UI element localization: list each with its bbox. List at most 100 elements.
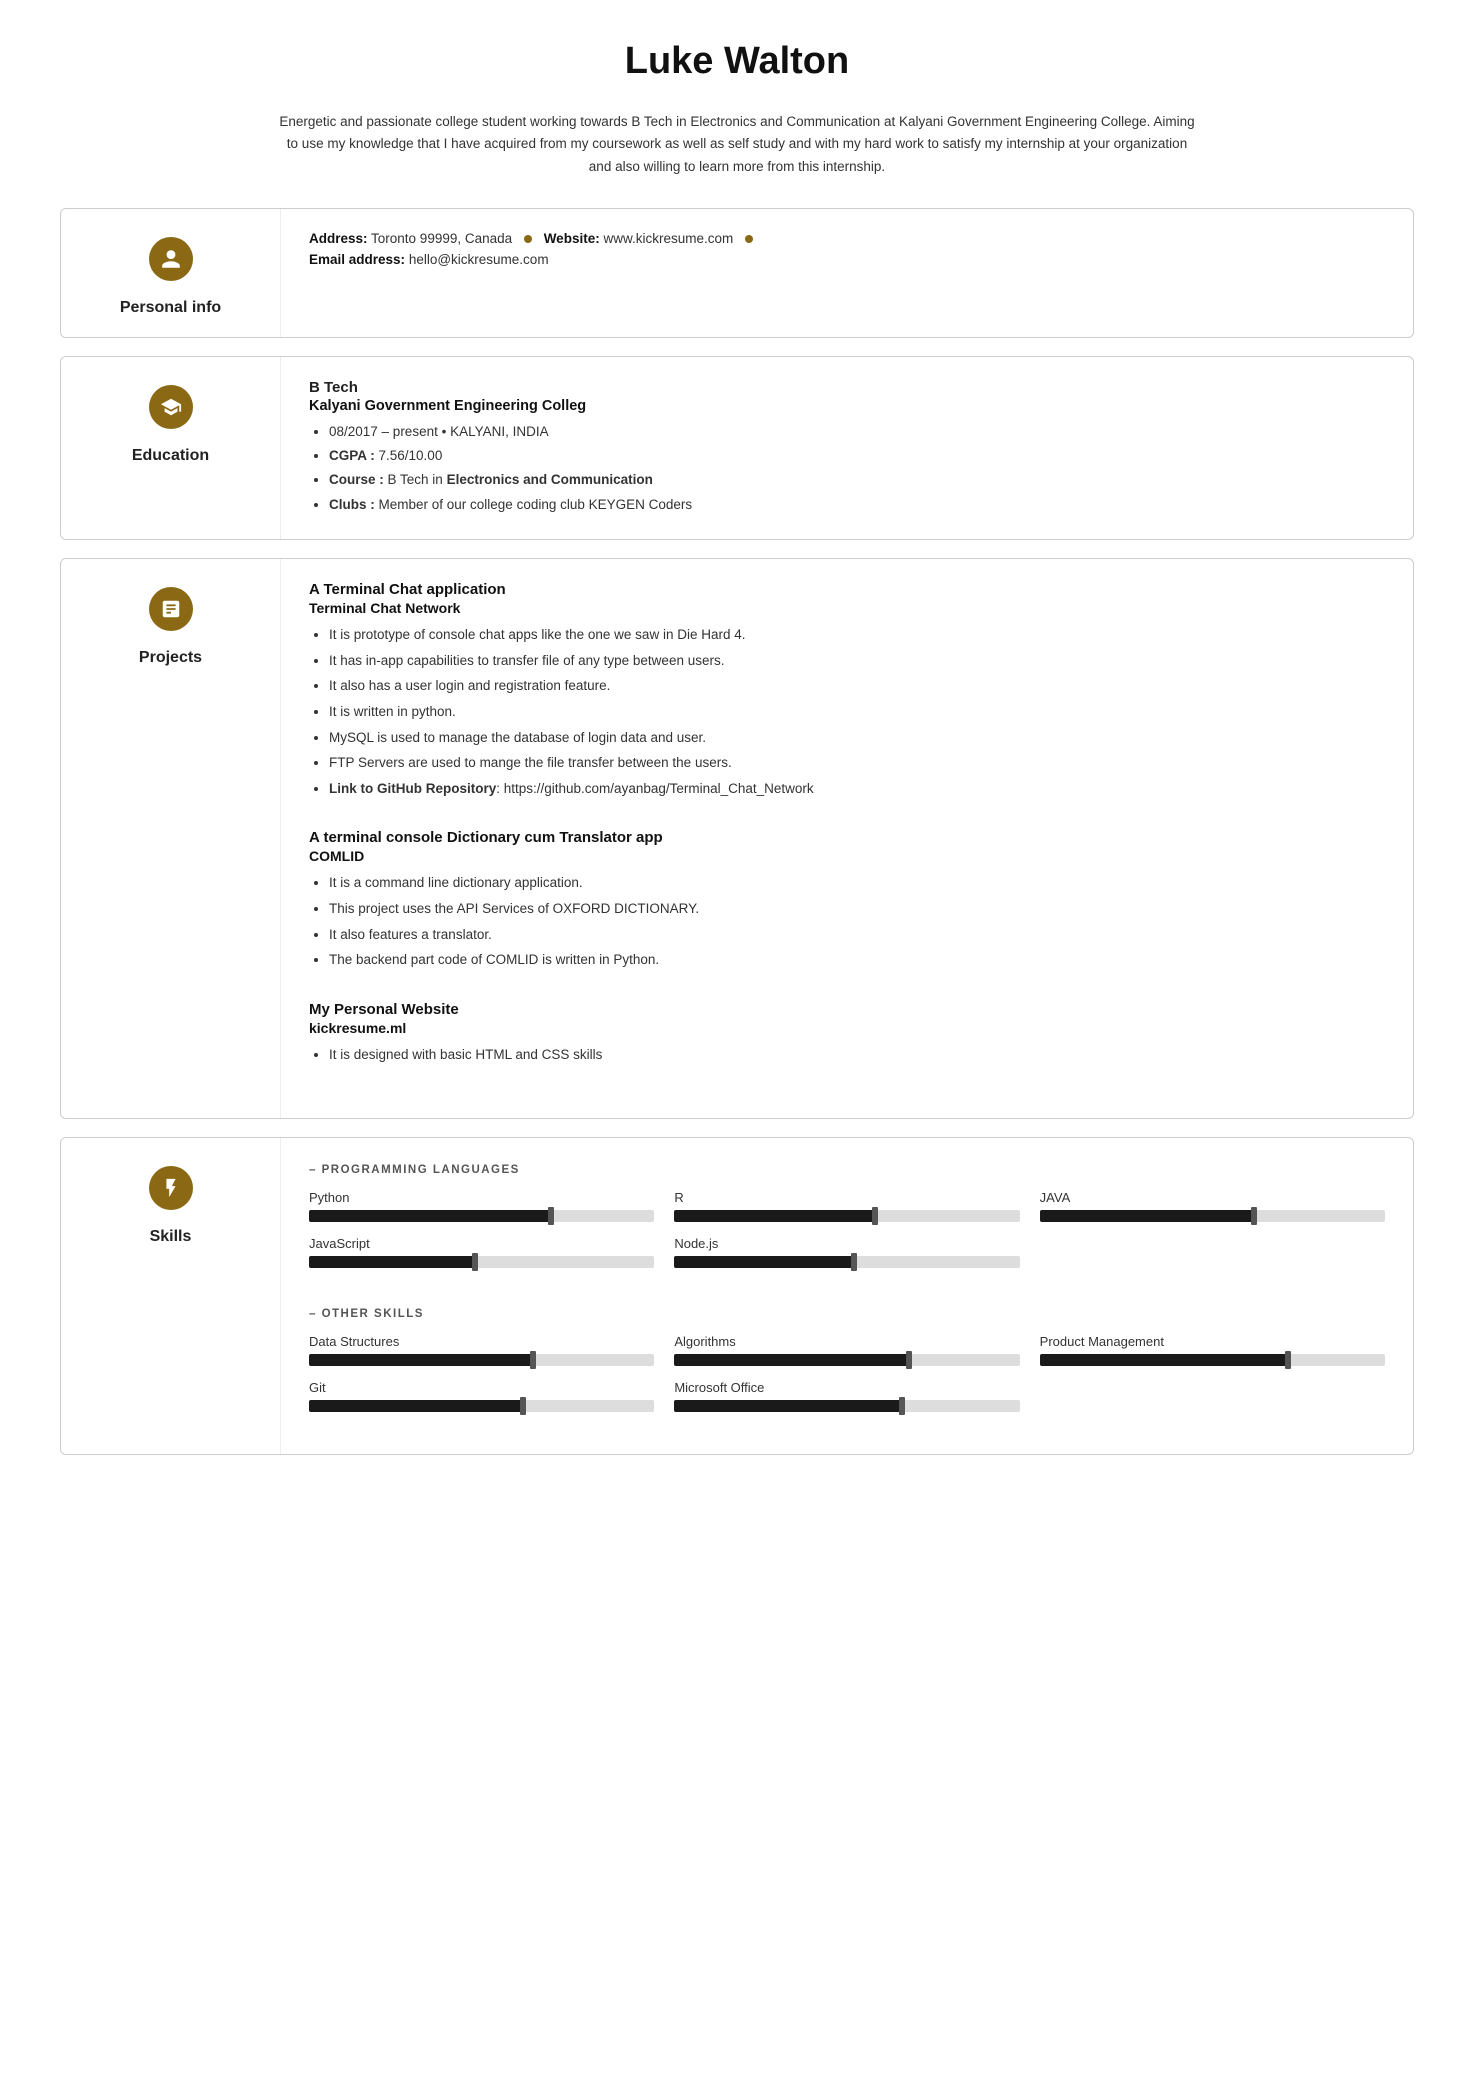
email-value: hello@kickresume.com [409,252,549,267]
skill-python-marker [548,1207,554,1225]
skill-javascript: JavaScript [309,1236,654,1268]
skill-python-name: Python [309,1190,654,1205]
project-2: A terminal console Dictionary cum Transl… [309,829,1385,973]
dot-separator-1 [524,235,532,243]
address-label: Address: [309,231,368,246]
project-2-item-2: This project uses the API Services of OX… [329,896,1385,922]
clubs-label: Clubs : [329,497,375,512]
project-3-item-1: It is designed with basic HTML and CSS s… [329,1042,1385,1068]
skill-pm-marker [1285,1351,1291,1369]
skill-datastructures: Data Structures [309,1334,654,1366]
github-label: Link to GitHub Repository [329,781,496,796]
edu-degree: B Tech [309,379,1385,396]
edu-list: 08/2017 – present • KALYANI, INDIA CGPA … [309,420,1385,517]
skills-content: – PROGRAMMING LANGUAGES Python R [281,1138,1413,1454]
skill-javascript-fill [309,1256,475,1268]
skill-python-bar [309,1210,654,1222]
project-2-item-3: It also features a translator. [329,922,1385,948]
skill-javascript-marker [472,1253,478,1271]
project-3: My Personal Website kickresume.ml It is … [309,1001,1385,1068]
projects-content: A Terminal Chat application Terminal Cha… [281,559,1413,1118]
skill-nodejs: Node.js [674,1236,1019,1268]
other-skills-grid: Data Structures Algorithms Product M [309,1334,1385,1412]
personal-info-label: Personal info [61,209,281,337]
skill-r: R [674,1190,1019,1222]
email-label: Email address: [309,252,405,267]
project-1-title: A Terminal Chat application [309,581,1385,598]
project-1-item-7: Link to GitHub Repository: https://githu… [329,776,1385,802]
cgpa-value: 7.56/10.00 [379,448,443,463]
project-1-item-5: MySQL is used to manage the database of … [329,725,1385,751]
skill-nodejs-fill [674,1256,854,1268]
programming-label: – PROGRAMMING LANGUAGES [309,1164,1385,1176]
skill-r-name: R [674,1190,1019,1205]
skill-java-fill [1040,1210,1254,1222]
skill-git-fill [309,1400,523,1412]
personal-info-section: Personal info Address: Toronto 99999, Ca… [60,208,1414,338]
resume-name: Luke Walton [60,40,1414,83]
skills-section: Skills – PROGRAMMING LANGUAGES Python R [60,1137,1414,1455]
website-value: www.kickresume.com [603,231,733,246]
skill-ds-name: Data Structures [309,1334,654,1349]
website-label: Website: [544,231,600,246]
skill-algorithms: Algorithms [674,1334,1019,1366]
education-content: B Tech Kalyani Government Engineering Co… [281,357,1413,539]
skill-ds-marker [530,1351,536,1369]
skill-pm-bar [1040,1354,1385,1366]
skill-productmgmt: Product Management [1040,1334,1385,1366]
project-2-item-1: It is a command line dictionary applicat… [329,870,1385,896]
skills-icon [149,1166,193,1210]
project-1-item-2: It has in-app capabilities to transfer f… [329,648,1385,674]
skill-r-fill [674,1210,874,1222]
cgpa-label: CGPA : [329,448,375,463]
projects-label: Projects [61,559,281,1118]
personal-address-line: Address: Toronto 99999, Canada Website: … [309,231,1385,246]
course-label: Course : [329,472,384,487]
edu-item-3: Clubs : Member of our college coding clu… [329,493,1385,517]
project-2-title: A terminal console Dictionary cum Transl… [309,829,1385,846]
skill-ms-name: Microsoft Office [674,1380,1019,1395]
skill-pm-fill [1040,1354,1289,1366]
skills-section-title: Skills [150,1228,192,1246]
skill-git: Git [309,1380,654,1412]
project-1-list: It is prototype of console chat apps lik… [309,622,1385,801]
project-1-subtitle: Terminal Chat Network [309,600,1385,616]
skill-ms-bar [674,1400,1019,1412]
skill-pm-name: Product Management [1040,1334,1385,1349]
skill-ms-fill [674,1400,902,1412]
skill-algo-fill [674,1354,909,1366]
skill-java-marker [1251,1207,1257,1225]
project-2-item-4: The backend part code of COMLID is writt… [329,947,1385,973]
skill-java-name: JAVA [1040,1190,1385,1205]
skill-algo-bar [674,1354,1019,1366]
skill-ds-fill [309,1354,533,1366]
skill-javascript-name: JavaScript [309,1236,654,1251]
project-3-list: It is designed with basic HTML and CSS s… [309,1042,1385,1068]
skill-algo-name: Algorithms [674,1334,1019,1349]
education-section: Education B Tech Kalyani Government Engi… [60,356,1414,540]
projects-icon [149,587,193,631]
skill-nodejs-name: Node.js [674,1236,1019,1251]
skill-r-bar [674,1210,1019,1222]
personal-info-content: Address: Toronto 99999, Canada Website: … [281,209,1413,337]
skills-divider [309,1288,1385,1304]
skill-java: JAVA [1040,1190,1385,1222]
projects-section-title: Projects [139,649,202,667]
resume-summary: Energetic and passionate college student… [277,111,1197,178]
edu-item-0: 08/2017 – present • KALYANI, INDIA [329,420,1385,444]
project-1-item-4: It is written in python. [329,699,1385,725]
programming-skills-grid: Python R JAVA [309,1190,1385,1268]
dot-separator-2 [745,235,753,243]
skill-git-name: Git [309,1380,654,1395]
edu-school: Kalyani Government Engineering Colleg [309,398,1385,414]
project-1: A Terminal Chat application Terminal Cha… [309,581,1385,801]
skill-nodejs-bar [674,1256,1019,1268]
skill-javascript-bar [309,1256,654,1268]
education-icon [149,385,193,429]
personal-email-line: Email address: hello@kickresume.com [309,252,1385,267]
skill-msoffice: Microsoft Office [674,1380,1019,1412]
edu-item-1: CGPA : 7.56/10.00 [329,444,1385,468]
education-section-title: Education [132,447,209,465]
projects-section: Projects A Terminal Chat application Ter… [60,558,1414,1119]
skill-git-bar [309,1400,654,1412]
